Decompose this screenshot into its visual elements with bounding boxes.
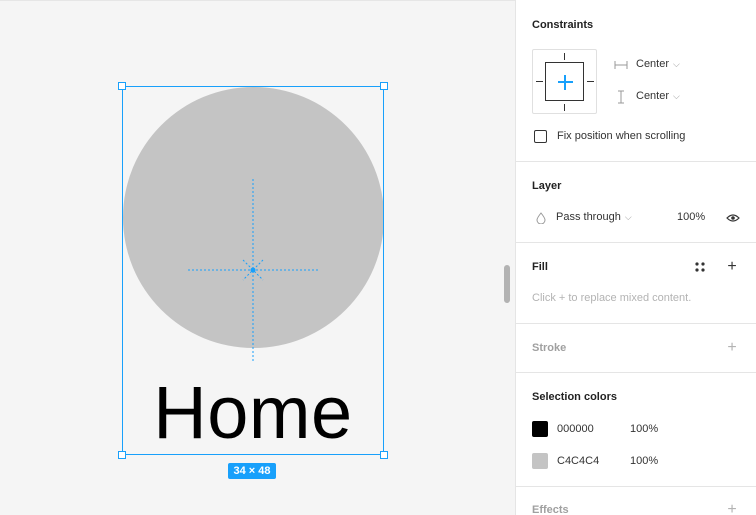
vertical-constraint-dropdown[interactable]: Center ⌵ xyxy=(636,90,680,102)
color-opacity-value[interactable]: 100% xyxy=(630,423,658,435)
chevron-down-icon: ⌵ xyxy=(673,91,680,101)
add-effect-plus-icon[interactable]: + xyxy=(724,502,740,515)
effects-title: Effects xyxy=(532,504,569,515)
resize-handle-top-left[interactable] xyxy=(118,82,126,90)
effects-section: Effects + xyxy=(516,487,756,515)
color-swatch[interactable] xyxy=(532,421,548,437)
constraint-left-bar[interactable] xyxy=(536,81,543,82)
fill-title: Fill xyxy=(532,261,548,273)
constraints-section: Constraints Center ⌵ Center ⌵ Fix positi… xyxy=(516,0,756,162)
fill-hint-text: Click + to replace mixed content. xyxy=(532,292,692,304)
eye-icon[interactable] xyxy=(726,213,740,223)
selection-colors-title: Selection colors xyxy=(532,391,617,403)
resize-handle-bottom-right[interactable] xyxy=(380,451,388,459)
resize-handle-bottom-left[interactable] xyxy=(118,451,126,459)
constraint-top-bar[interactable] xyxy=(564,53,565,60)
design-canvas[interactable]: Home 34 × 48 xyxy=(0,0,515,515)
horizontal-constraint-value: Center xyxy=(636,58,670,70)
color-hex-value[interactable]: C4C4C4 xyxy=(557,455,599,467)
horizontal-constraint-icon xyxy=(614,61,628,69)
fix-position-checkbox[interactable] xyxy=(534,130,547,143)
add-stroke-plus-icon[interactable]: + xyxy=(724,340,740,356)
canvas-scrollbar[interactable] xyxy=(504,265,510,303)
constraints-title: Constraints xyxy=(532,19,594,31)
constraint-frame xyxy=(545,62,584,101)
blend-mode-dropdown[interactable]: Pass through ⌵ xyxy=(556,211,632,223)
color-hex-value[interactable]: 000000 xyxy=(557,423,594,435)
selection-colors-section: Selection colors 000000 100% C4C4C4 100% xyxy=(516,373,756,487)
blend-mode-icon xyxy=(536,212,546,224)
chevron-down-icon: ⌵ xyxy=(673,59,680,69)
constraint-bottom-bar[interactable] xyxy=(564,104,565,111)
color-swatch[interactable] xyxy=(532,453,548,469)
fill-section: Fill + Click + to replace mixed content. xyxy=(516,243,756,324)
color-opacity-value[interactable]: 100% xyxy=(630,455,658,467)
horizontal-constraint-dropdown[interactable]: Center ⌵ xyxy=(636,58,680,70)
chevron-down-icon: ⌵ xyxy=(624,212,632,222)
layer-opacity-input[interactable]: 100% xyxy=(677,211,705,223)
layer-section: Layer Pass through ⌵ 100% xyxy=(516,162,756,243)
constraint-center-v xyxy=(564,75,566,90)
vertical-constraint-value: Center xyxy=(636,90,670,102)
fix-position-label: Fix position when scrolling xyxy=(557,130,686,142)
properties-panel: Constraints Center ⌵ Center ⌵ Fix positi… xyxy=(515,0,756,515)
vertical-constraint-icon xyxy=(618,90,624,104)
center-crosshair-icon xyxy=(188,179,320,363)
stroke-section: Stroke + xyxy=(516,324,756,373)
constraint-right-bar[interactable] xyxy=(587,81,594,82)
size-badge: 34 × 48 xyxy=(228,463,276,479)
layer-title: Layer xyxy=(532,180,562,192)
blend-mode-value: Pass through xyxy=(556,211,621,223)
resize-handle-top-right[interactable] xyxy=(380,82,388,90)
add-fill-plus-icon[interactable]: + xyxy=(724,259,740,275)
stroke-title: Stroke xyxy=(532,342,567,354)
constraints-widget[interactable] xyxy=(532,49,597,114)
style-grid-icon[interactable] xyxy=(694,261,706,273)
